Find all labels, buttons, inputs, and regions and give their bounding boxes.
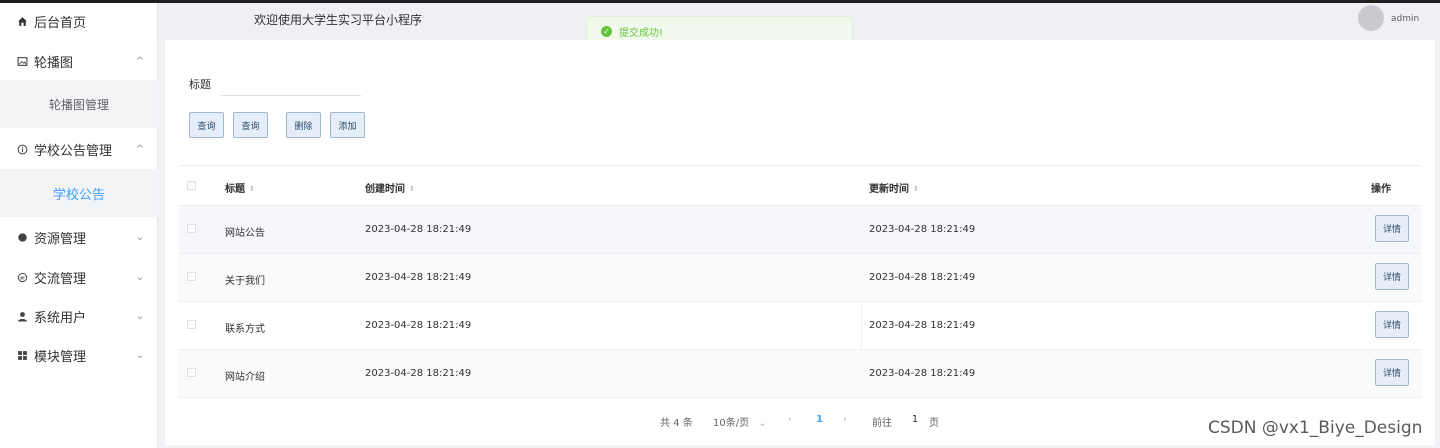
- column-header-updated[interactable]: 更新时间 ⇕: [869, 180, 919, 195]
- cell-updated: 2023-04-28 18:21:49: [869, 320, 976, 331]
- sidebar-item-home[interactable]: 后台首页: [0, 3, 158, 39]
- chevron-down-icon: ⌄: [135, 271, 144, 283]
- reset-button[interactable]: 查询: [189, 112, 224, 138]
- table-row[interactable]: 网站介绍 2023-04-28 18:21:49 2023-04-28 18:2…: [179, 350, 1421, 398]
- home-icon: [16, 15, 28, 27]
- chevron-down-icon: ⌄: [758, 418, 767, 429]
- sidebar-item-label: 系统用户: [34, 310, 87, 326]
- sidebar-item-carousel[interactable]: 轮播图 ^: [0, 43, 158, 79]
- select-all-checkbox[interactable]: [187, 181, 196, 190]
- detail-button[interactable]: 详情: [1375, 263, 1409, 290]
- avatar[interactable]: [1358, 5, 1384, 31]
- prev-page-button[interactable]: ‹: [788, 414, 792, 425]
- row-checkbox[interactable]: [187, 272, 196, 281]
- sidebar-item-label: 交流管理: [34, 271, 87, 287]
- row-checkbox[interactable]: [187, 320, 196, 329]
- cell-created: 2023-04-28 18:21:49: [365, 272, 472, 283]
- column-header-created[interactable]: 创建时间 ⇕: [365, 180, 415, 195]
- detail-button[interactable]: 详情: [1375, 215, 1409, 242]
- main-content: 标题 查询 查询 删除 添加 标题 ⇕ 创建时间 ⇕ 更新时间 ⇕ 操作 网站公告 2…: [165, 40, 1435, 445]
- cell-updated: 2023-04-28 18:21:49: [869, 368, 976, 379]
- sidebar-subitem-school-notice[interactable]: 学校公告: [0, 169, 158, 217]
- sort-icon[interactable]: ⇕: [409, 186, 415, 193]
- table-body: 网站公告 2023-04-28 18:21:49 2023-04-28 18:2…: [179, 206, 1421, 398]
- cell-created: 2023-04-28 18:21:49: [365, 368, 472, 379]
- sidebar-item-system-users[interactable]: 系统用户 ⌄: [0, 298, 158, 334]
- page-size-select[interactable]: 10条/页 ⌄: [713, 414, 767, 429]
- chevron-up-icon: ^: [135, 55, 144, 67]
- sidebar-item-label: 后台首页: [34, 15, 87, 31]
- cell-created: 2023-04-28 18:21:49: [365, 224, 472, 235]
- notice-table: 标题 ⇕ 创建时间 ⇕ 更新时间 ⇕ 操作 网站公告 2023-04-28 18:21…: [179, 165, 1421, 398]
- next-page-button[interactable]: ›: [843, 414, 847, 425]
- column-header-actions: 操作: [1371, 184, 1391, 195]
- sidebar-item-label: 学校公告管理: [34, 143, 113, 159]
- sidebar-item-label: 资源管理: [34, 231, 87, 247]
- search-title-input[interactable]: [221, 68, 361, 96]
- sidebar-subitem-carousel-manage[interactable]: 轮播图管理: [0, 80, 158, 128]
- cell-title: 关于我们: [225, 276, 265, 287]
- sort-icon[interactable]: ⇕: [249, 186, 255, 193]
- goto-suffix: 页: [929, 418, 939, 429]
- cell-created: 2023-04-28 18:21:49: [365, 320, 472, 331]
- table-row[interactable]: 联系方式 2023-04-28 18:21:49 2023-04-28 18:2…: [179, 302, 1421, 350]
- page-number-1[interactable]: 1: [816, 414, 823, 425]
- table-row[interactable]: 网站公告 2023-04-28 18:21:49 2023-04-28 18:2…: [179, 206, 1421, 254]
- sort-icon[interactable]: ⇕: [913, 186, 919, 193]
- watermark: CSDN @vx1_Biye_Design: [1208, 418, 1423, 438]
- chevron-up-icon: ^: [135, 143, 144, 155]
- sidebar-item-label: 学校公告: [52, 187, 105, 203]
- pagination-total: 共 4 条: [660, 418, 693, 429]
- goto-page-input[interactable]: [902, 410, 928, 428]
- user-icon: [16, 310, 28, 322]
- chat-icon: [16, 271, 28, 283]
- toast-message: 提交成功!: [619, 28, 664, 39]
- username-label[interactable]: admin: [1391, 14, 1419, 24]
- chevron-down-icon: ⌄: [135, 310, 144, 322]
- cell-updated: 2023-04-28 18:21:49: [869, 224, 976, 235]
- chevron-down-icon: ⌄: [135, 349, 144, 361]
- table-header: 标题 ⇕ 创建时间 ⇕ 更新时间 ⇕ 操作: [179, 165, 1421, 206]
- column-header-title[interactable]: 标题 ⇕: [225, 180, 255, 195]
- cell-updated: 2023-04-28 18:21:49: [869, 272, 976, 283]
- success-check-icon: ✓: [601, 26, 612, 37]
- goto-prefix: 前往: [872, 418, 892, 429]
- page-title: 欢迎使用大学生实习平台小程序: [254, 13, 423, 27]
- info-icon: [16, 143, 28, 155]
- detail-button[interactable]: 详情: [1375, 311, 1409, 338]
- add-button[interactable]: 添加: [330, 112, 365, 138]
- cell-title: 联系方式: [225, 324, 265, 335]
- grid-icon: [16, 349, 28, 361]
- cell-title: 网站介绍: [225, 372, 265, 383]
- sidebar-item-label: 轮播图: [34, 55, 74, 71]
- query-button[interactable]: 查询: [233, 112, 268, 138]
- table-row[interactable]: 关于我们 2023-04-28 18:21:49 2023-04-28 18:2…: [179, 254, 1421, 302]
- sidebar: 后台首页 轮播图 ^ 轮播图管理 学校公告管理 ^ 学校公告 资源管理 ⌄ 交流…: [0, 3, 158, 448]
- sidebar-item-label: 模块管理: [34, 349, 87, 365]
- delete-button[interactable]: 删除: [286, 112, 321, 138]
- row-checkbox[interactable]: [187, 224, 196, 233]
- cell-title: 网站公告: [225, 228, 265, 239]
- sidebar-item-communication[interactable]: 交流管理 ⌄: [0, 259, 158, 295]
- sidebar-item-modules[interactable]: 模块管理 ⌄: [0, 337, 158, 373]
- row-checkbox[interactable]: [187, 368, 196, 377]
- chevron-down-icon: ⌄: [135, 231, 144, 243]
- sidebar-item-school-notice-manage[interactable]: 学校公告管理 ^: [0, 131, 158, 167]
- sidebar-item-label: 轮播图管理: [48, 97, 109, 112]
- search-label: 标题: [189, 78, 211, 91]
- detail-button[interactable]: 详情: [1375, 359, 1409, 386]
- resource-icon: [16, 231, 28, 243]
- image-icon: [16, 55, 28, 67]
- sidebar-item-resources[interactable]: 资源管理 ⌄: [0, 219, 158, 255]
